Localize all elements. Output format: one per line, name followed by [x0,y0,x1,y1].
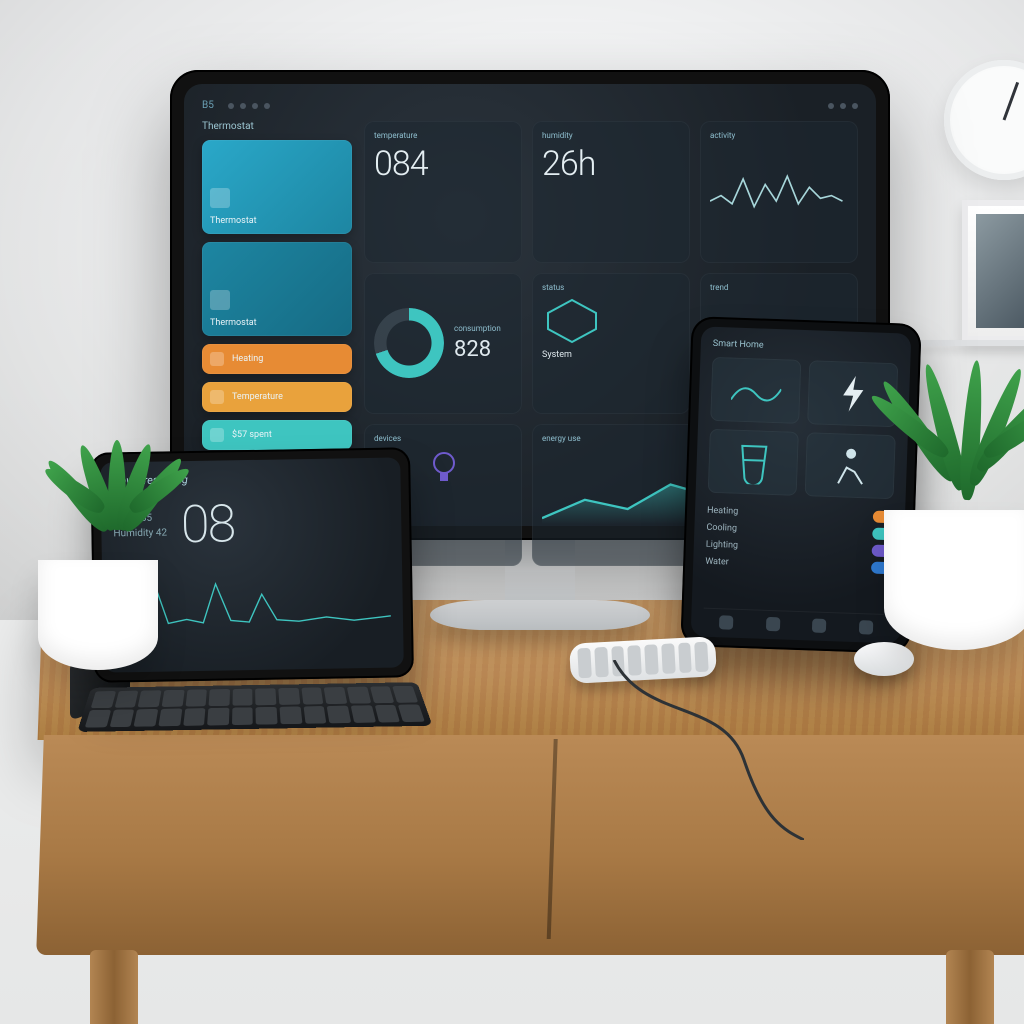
card-value: 084 [374,144,512,184]
card-title: Humidity [542,131,680,140]
sidebar-tile-label: $57 spent [232,430,272,440]
monitor-stand-base [430,600,650,630]
sidebar-tile-label: Temperature [232,392,283,402]
card-temperature[interactable]: Temperature 084 [364,121,522,263]
donut-chart-icon [374,308,444,378]
cup-icon [735,440,773,485]
nav-home-icon[interactable] [719,615,733,629]
card-title: Consumption [454,324,501,333]
card-consumption[interactable]: Consumption 828 [364,273,522,415]
tablet-left-main-value: 08 [180,493,234,555]
desk-leg-right [946,950,994,1024]
picture-frame [962,200,1024,342]
sidebar-tile-thermostat-2[interactable]: Thermostat [202,242,352,336]
bulb-icon [424,447,464,487]
activity-sparkline-icon [710,144,848,253]
tablet-right-nav [703,608,890,635]
plant-right [874,360,1024,550]
list-row[interactable]: Cooling [706,522,892,540]
thermo-icon [210,390,224,404]
sidebar-tile-spend[interactable]: $57 spent [202,420,352,450]
tablet-left-keyboard[interactable] [77,682,432,732]
sidebar-tile-temperature[interactable]: Temperature [202,382,352,412]
sidebar-tile-thermostat-1[interactable]: Thermostat [202,140,352,234]
nav-stats-icon[interactable] [766,617,780,631]
tablet-right-list: Heating Cooling Lighting Water [705,505,893,574]
card-title: Temperature [374,131,512,140]
menubar-dots [228,103,270,109]
gauge-icon [210,188,230,208]
list-row[interactable]: Water [705,556,891,574]
card-title: Activity [710,131,848,140]
card-title: Status [542,283,680,292]
card-humidity[interactable]: Humidity 26h [532,121,690,263]
card-value: 828 [454,337,501,362]
tablet-right-title: Smart Home [713,339,899,355]
sidebar-tile-label: Thermostat [210,216,257,226]
wave-icon [730,370,781,412]
card-status[interactable]: Status System [532,273,690,415]
wall-shelf [914,340,1024,346]
mouse[interactable] [854,642,914,676]
sidebar-title: Thermostat [202,121,352,132]
sidebar-tile-heating[interactable]: Heating [202,344,352,374]
desk-leg-left [90,950,138,1024]
card-title: Devices [374,434,512,443]
menubar-badge: B5 [202,100,214,111]
menubar-status-icons [828,103,858,109]
person-icon [827,443,873,489]
cable [604,660,804,840]
nav-devices-icon[interactable] [812,618,826,632]
hex-shape-icon [542,296,602,346]
list-row[interactable]: Lighting [706,539,892,557]
card-activity[interactable]: Activity [700,121,858,263]
card-sub: System [542,350,680,360]
tr-card-climate[interactable] [710,357,801,424]
desk-drawers [36,735,1024,955]
flame-icon [210,352,224,366]
card-title: Trend [710,283,848,292]
scene-root: B5 Thermostat Thermostat [0,0,1024,1024]
list-row[interactable]: Heating [707,505,893,523]
card-value: 26h [542,144,680,184]
tablet-right-card-grid [708,357,899,499]
gauge-icon [210,290,230,310]
tr-card-water[interactable] [708,429,799,496]
sidebar-tile-label: Thermostat [210,318,257,328]
plant-left [48,440,168,590]
bolt-icon [830,371,876,417]
dollar-icon [210,428,224,442]
nav-settings-icon[interactable] [859,620,873,634]
sidebar-tile-label: Heating [232,354,263,364]
monitor-menubar: B5 [202,100,858,111]
